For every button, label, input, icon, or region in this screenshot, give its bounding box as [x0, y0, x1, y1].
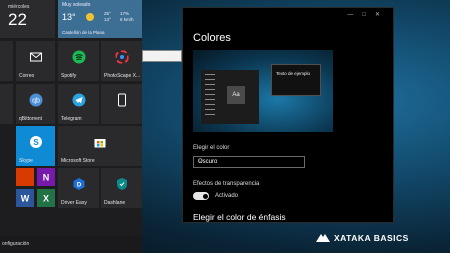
skype-icon: S: [29, 136, 42, 148]
weather-condition: Muy soleado: [62, 2, 91, 8]
svg-text:N: N: [43, 173, 50, 183]
partial-tile[interactable]: [0, 84, 13, 124]
transparency-state: Activado: [215, 193, 239, 199]
settings-shortcut-label: onfiguración: [2, 241, 30, 247]
weather-location: Castellón de la Plana: [62, 30, 105, 35]
qbittorrent-icon: qb: [29, 93, 42, 107]
accent-color-heading: Elegir el color de énfasis: [193, 212, 286, 222]
skype-label: Skype: [19, 158, 33, 164]
driver-easy-icon: D: [73, 178, 84, 190]
xataka-logo-icon: [316, 234, 330, 242]
weather-high: 25°: [104, 11, 111, 16]
preview-start-menu: Aa: [201, 70, 259, 124]
settings-search-input[interactable]: [142, 50, 182, 62]
window-controls: —□✕: [347, 11, 389, 18]
store-label: Microsoft Store: [61, 158, 95, 164]
word-icon: W: [21, 194, 30, 204]
qbittorrent-label: qBittorrent: [19, 116, 43, 122]
dashlane-label: Dashlane: [104, 200, 126, 206]
driver-easy-tile[interactable]: D Driver Easy: [58, 168, 99, 208]
qbittorrent-tile[interactable]: qb qBittorrent: [16, 84, 55, 124]
svg-text:W: W: [21, 194, 30, 204]
skype-tile[interactable]: S Skype: [16, 126, 55, 166]
spotify-icon: [72, 50, 85, 64]
spotify-tile[interactable]: Spotify: [58, 41, 99, 81]
telegram-tile[interactable]: Telegram: [58, 84, 99, 124]
excel-tile[interactable]: X: [37, 189, 55, 207]
watermark-text: XATAKA BASICS: [334, 233, 409, 243]
svg-text:S: S: [33, 138, 39, 147]
preview-sample-window: Texto de ejemplo: [271, 64, 321, 96]
start-menu: miércoles 22 Muy soleado 13° 25° 13° 17%…: [0, 0, 142, 253]
transparency-toggle[interactable]: [193, 192, 209, 200]
onenote-icon: N: [43, 173, 50, 183]
weather-wind: 6 km/h: [120, 17, 134, 22]
weather-low: 13°: [104, 17, 111, 22]
settings-window: —□✕ Colores Aa Texto de ejemplo Elegir e…: [182, 7, 394, 223]
driver-easy-label: Driver Easy: [61, 200, 87, 206]
weather-tile[interactable]: Muy soleado 13° 25° 13° 17% 6 km/h Caste…: [58, 0, 142, 38]
svg-text:qb: qb: [32, 98, 40, 105]
sun-icon: [86, 13, 94, 21]
page-title: Colores: [193, 32, 231, 44]
photoscape-tile[interactable]: PhotoScape X...: [101, 41, 142, 81]
telegram-label: Telegram: [61, 116, 82, 122]
partial-tile[interactable]: [0, 41, 13, 81]
close-icon[interactable]: ✕: [375, 12, 389, 18]
weather-temp: 13°: [62, 12, 76, 22]
dashlane-tile[interactable]: Dashlane: [101, 168, 142, 208]
spotify-label: Spotify: [61, 73, 77, 79]
correo-label: Correo: [19, 73, 35, 79]
theme-preview: Aa Texto de ejemplo: [193, 50, 333, 132]
mail-icon: [29, 52, 42, 62]
calendar-date: 22: [8, 10, 27, 29]
svg-text:X: X: [43, 194, 49, 204]
svg-text:D: D: [76, 183, 81, 189]
photoscape-label: PhotoScape X...: [104, 73, 141, 79]
word-tile[interactable]: W: [16, 189, 34, 207]
choose-color-label: Elegir el color: [193, 145, 230, 151]
weather-humidity: 17%: [120, 11, 130, 16]
store-bag-icon: [94, 139, 106, 148]
correo-tile[interactable]: Correo: [16, 41, 55, 81]
calendar-tile[interactable]: miércoles 22: [0, 0, 55, 38]
phone-tile[interactable]: [101, 84, 142, 124]
maximize-icon[interactable]: □: [362, 12, 375, 18]
photoscape-icon: [115, 50, 128, 64]
choose-color-dropdown[interactable]: Oscuro ⌵: [193, 156, 305, 168]
excel-icon: X: [43, 194, 49, 204]
preview-list: [205, 74, 215, 118]
minimize-icon[interactable]: —: [347, 12, 362, 18]
preview-tile: Aa: [227, 86, 245, 104]
chevron-down-icon: ⌵: [198, 158, 203, 164]
transparency-label: Efectos de transparencia: [193, 181, 260, 187]
microsoft-store-tile[interactable]: Microsoft Store: [58, 126, 142, 166]
xataka-watermark: XATAKA BASICS: [316, 230, 446, 246]
telegram-icon: [72, 93, 85, 107]
settings-shortcut[interactable]: onfiguración: [0, 236, 142, 253]
office-tile[interactable]: [16, 168, 34, 186]
phone-icon: [117, 93, 126, 107]
preview-sample-text: Texto de ejemplo: [276, 71, 311, 76]
dashlane-icon: [116, 178, 127, 190]
onenote-tile[interactable]: N: [37, 168, 55, 186]
